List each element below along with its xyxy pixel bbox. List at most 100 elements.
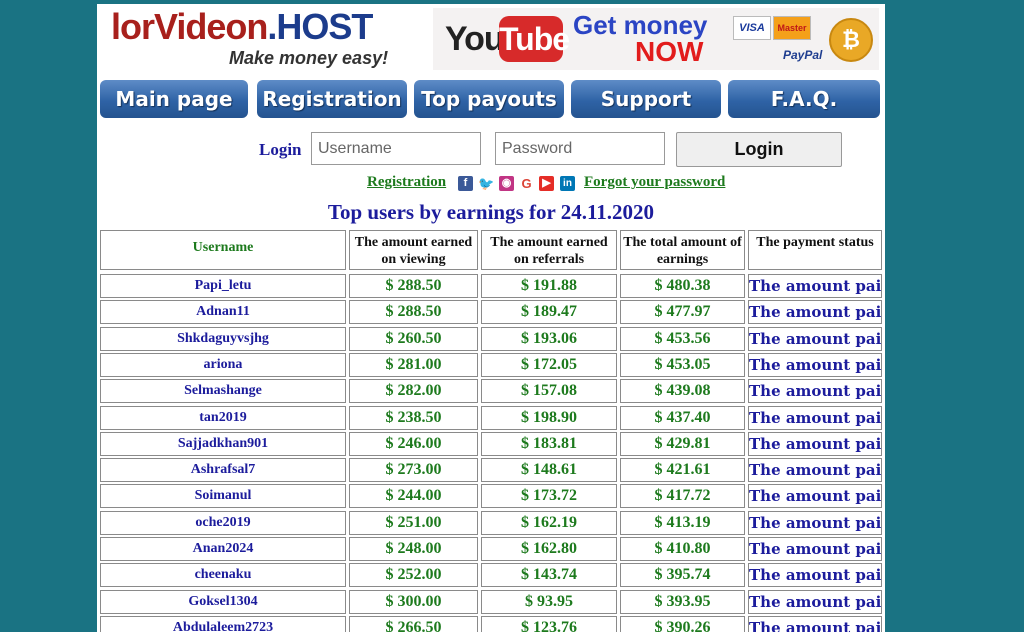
cell-status: The amount paid (748, 537, 882, 561)
nav-registration[interactable]: Registration (257, 80, 407, 118)
cell-username[interactable]: Goksel1304 (100, 589, 346, 614)
cell-username[interactable]: Adnan11 (100, 300, 346, 325)
cell-referrals: $ 157.08 (481, 379, 617, 404)
cell-status: The amount paid (748, 405, 882, 430)
cell-total: $ 417.72 (620, 484, 745, 509)
cell-viewing: $ 238.50 (349, 405, 478, 430)
cell-status: The amount paid (748, 615, 882, 632)
cell-total: $ 453.05 (620, 352, 745, 377)
cell-total: $ 395.74 (620, 563, 745, 588)
cell-viewing: $ 260.50 (349, 326, 478, 351)
cell-total: $ 390.26 (620, 615, 745, 632)
cell-referrals: $ 198.90 (481, 405, 617, 430)
cell-status: The amount paid (748, 563, 882, 588)
nav-faq[interactable]: F.A.Q. (728, 80, 880, 118)
cell-username[interactable]: oche2019 (100, 510, 346, 535)
login-button[interactable]: Login (676, 132, 842, 167)
cell-referrals: $ 173.72 (481, 484, 617, 509)
login-form: Login Login (97, 132, 885, 168)
cell-status: The amount paid (748, 300, 882, 325)
cell-username[interactable]: Soimanul (100, 484, 346, 509)
password-input[interactable] (495, 132, 665, 165)
cell-viewing: $ 252.00 (349, 563, 478, 588)
cell-username[interactable]: Papi_letu (100, 274, 346, 298)
google-icon[interactable]: G (519, 176, 534, 191)
site-logo[interactable]: lorVideon.HOST Make money easy! (111, 6, 421, 72)
cell-total: $ 437.40 (620, 405, 745, 430)
cell-viewing: $ 244.00 (349, 484, 478, 509)
logo-title: lorVideon.HOST (111, 6, 373, 48)
cell-referrals: $ 148.61 (481, 458, 617, 483)
cell-username[interactable]: Anan2024 (100, 537, 346, 561)
cell-referrals: $ 191.88 (481, 274, 617, 298)
main-nav: Main page Registration Top payouts Suppo… (100, 80, 882, 120)
cell-referrals: $ 193.06 (481, 326, 617, 351)
header-status: The payment status (748, 230, 882, 270)
logo-host: .HOST (267, 6, 373, 47)
cell-total: $ 429.81 (620, 431, 745, 456)
cell-username[interactable]: ariona (100, 352, 346, 377)
cell-viewing: $ 288.50 (349, 274, 478, 298)
cell-viewing: $ 281.00 (349, 352, 478, 377)
youtube-logo-you: You (445, 20, 505, 58)
cell-total: $ 393.95 (620, 589, 745, 614)
cell-total: $ 413.19 (620, 510, 745, 535)
page-container: lorVideon.HOST Make money easy! You Tube… (97, 4, 885, 632)
nav-main-page[interactable]: Main page (100, 80, 248, 118)
paypal-logo: PayPal (783, 48, 823, 62)
ad-banner[interactable]: You Tube Get money NOW VISA Master PayPa… (433, 8, 879, 70)
youtube-logo-tube: Tube (499, 16, 570, 62)
cell-username[interactable]: Ashrafsal7 (100, 458, 346, 483)
cell-referrals: $ 93.95 (481, 589, 617, 614)
cell-status: The amount paid (748, 484, 882, 509)
registration-link[interactable]: Registration (367, 174, 446, 191)
cell-viewing: $ 282.00 (349, 379, 478, 404)
logo-tagline: Make money easy! (229, 48, 389, 68)
header-referrals: The amount earned on referrals (481, 230, 617, 270)
cell-total: $ 480.38 (620, 274, 745, 298)
username-input[interactable] (311, 132, 481, 165)
cell-username[interactable]: Abdulaleem2723 (100, 615, 346, 632)
visa-card-icon: VISA (733, 16, 771, 40)
facebook-icon[interactable]: f (458, 176, 473, 191)
bitcoin-icon: ₿ (829, 18, 873, 62)
cell-viewing: $ 288.50 (349, 300, 478, 325)
cell-referrals: $ 183.81 (481, 431, 617, 456)
banner-now: NOW (635, 36, 704, 67)
cell-username[interactable]: Selmashange (100, 379, 346, 404)
cell-status: The amount paid (748, 352, 882, 377)
youtube-icon[interactable]: ▶ (539, 176, 554, 191)
cell-username[interactable]: cheenaku (100, 563, 346, 588)
cell-status: The amount paid (748, 431, 882, 456)
cell-status: The amount paid (748, 510, 882, 535)
mastercard-icon: Master (773, 16, 811, 40)
cell-viewing: $ 300.00 (349, 589, 478, 614)
cell-total: $ 439.08 (620, 379, 745, 404)
login-label: Login (259, 140, 302, 159)
twitter-icon[interactable]: 🐦 (478, 176, 494, 191)
cell-total: $ 410.80 (620, 537, 745, 561)
cell-total: $ 453.56 (620, 326, 745, 351)
cell-viewing: $ 246.00 (349, 431, 478, 456)
cell-viewing: $ 266.50 (349, 615, 478, 632)
cell-status: The amount paid (748, 274, 882, 298)
nav-support[interactable]: Support (571, 80, 721, 118)
nav-top-payouts[interactable]: Top payouts (414, 80, 564, 118)
cell-status: The amount paid (748, 458, 882, 483)
cell-status: The amount paid (748, 379, 882, 404)
forgot-password-link[interactable]: Forgot your password (584, 174, 725, 191)
linkedin-icon[interactable]: in (560, 176, 575, 191)
logo-name: lorVideon (111, 6, 268, 47)
instagram-icon[interactable]: ◉ (499, 176, 514, 191)
header: lorVideon.HOST Make money easy! You Tube… (97, 4, 885, 78)
cell-username[interactable]: Shkdaguyvsjhg (100, 326, 346, 351)
cell-viewing: $ 251.00 (349, 510, 478, 535)
cell-referrals: $ 162.80 (481, 537, 617, 561)
cell-username[interactable]: Sajjadkhan901 (100, 431, 346, 456)
cell-status: The amount paid (748, 589, 882, 614)
cell-username[interactable]: tan2019 (100, 405, 346, 430)
header-viewing: The amount earned on viewing (349, 230, 478, 270)
cell-referrals: $ 189.47 (481, 300, 617, 325)
cell-referrals: $ 162.19 (481, 510, 617, 535)
header-username: Username (100, 230, 346, 270)
